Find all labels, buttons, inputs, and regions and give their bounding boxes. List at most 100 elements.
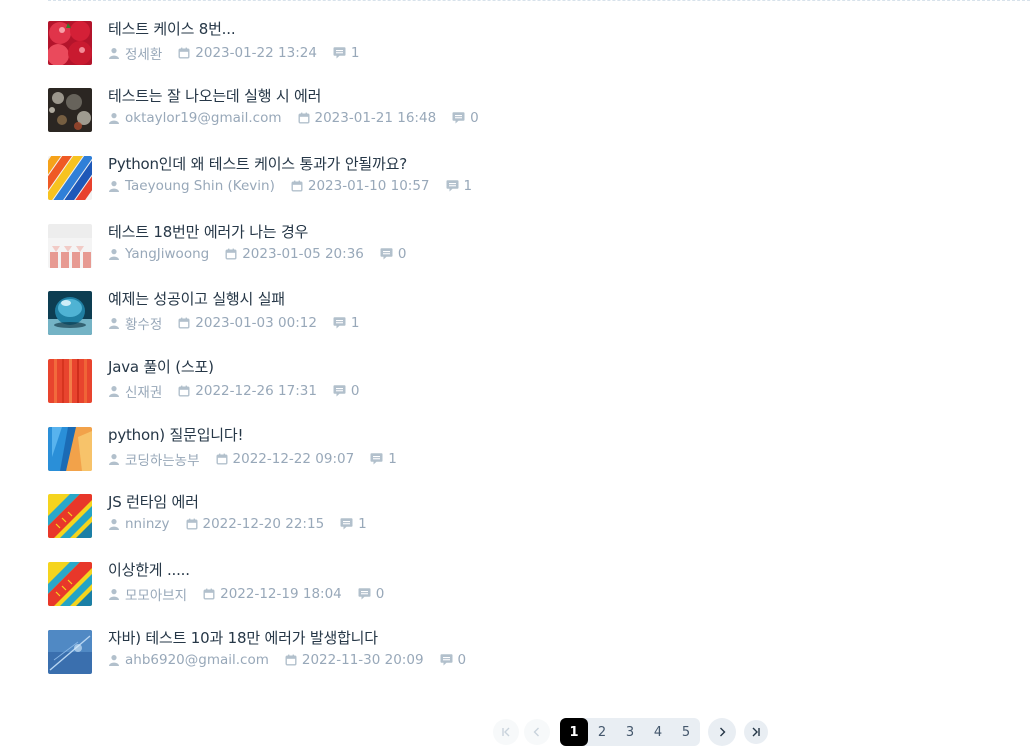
comment-count: 1: [350, 45, 360, 61]
calendar-icon: [186, 518, 198, 530]
comment-icon: [446, 180, 459, 192]
last-page-button[interactable]: [744, 720, 768, 744]
post-thumbnail: [48, 494, 92, 538]
comment-count: 1: [463, 178, 473, 194]
page-button-4[interactable]: 4: [644, 718, 672, 746]
list-item[interactable]: 예제는 성공이고 실행시 실패 황수정 2023-01-03 00:12 1: [48, 288, 948, 335]
date-text: 2022-12-26 17:31: [195, 383, 317, 399]
post-author: oktaylor19@gmail.com: [108, 110, 282, 126]
post-author: Taeyoung Shin (Kevin): [108, 178, 275, 194]
next-page-icon: [720, 727, 726, 737]
next-page-button[interactable]: [708, 718, 736, 746]
post-title[interactable]: Java 풀이 (스포): [108, 356, 376, 378]
page-button-5[interactable]: 5: [672, 718, 700, 746]
date-text: 2023-01-10 10:57: [307, 178, 430, 194]
post-comments: 1: [333, 315, 360, 331]
post-comments: 1: [446, 178, 473, 194]
user-icon: [109, 113, 119, 124]
post-date: 2022-11-30 20:09: [285, 652, 424, 668]
post-author: YangJiwoong: [108, 246, 209, 262]
post-title[interactable]: 테스트 18번만 에러가 나는 경우: [108, 221, 422, 243]
comment-count: 1: [388, 451, 397, 467]
post-author: 정세환: [108, 43, 162, 63]
pagination: 1 2 3 4 5: [493, 718, 768, 746]
comment-icon: [358, 588, 371, 600]
calendar-icon: [216, 453, 228, 465]
post-date: 2022-12-19 18:04: [203, 586, 342, 602]
page-button-2[interactable]: 2: [588, 718, 616, 746]
list-item[interactable]: JS 런타임 에러 nninzy 2022-12-20 22:15 1: [48, 491, 948, 538]
list-item[interactable]: Python인데 왜 테스트 케이스 통과가 안될까요? Taeyoung Sh…: [48, 153, 948, 200]
post-title[interactable]: 자바) 테스트 10과 18만 에러가 발생합니다: [108, 627, 482, 649]
comment-icon: [440, 654, 453, 666]
calendar-icon: [178, 47, 190, 59]
post-author: 황수정: [108, 313, 162, 333]
user-icon: [109, 318, 119, 329]
user-icon: [109, 655, 119, 666]
comment-icon: [380, 248, 393, 260]
comment-count: 0: [375, 586, 385, 602]
date-text: 2023-01-05 20:36: [242, 246, 364, 262]
author-name: nninzy: [125, 516, 170, 532]
list-item[interactable]: 자바) 테스트 10과 18만 에러가 발생합니다 ahb6920@gmail.…: [48, 627, 948, 674]
page-number-group: 1 2 3 4 5: [560, 718, 700, 746]
comment-icon: [333, 317, 346, 329]
page-button-1[interactable]: 1: [560, 718, 588, 746]
post-date: 2022-12-26 17:31: [178, 383, 317, 399]
user-icon: [109, 454, 119, 465]
author-name: 모모아브지: [125, 588, 188, 604]
list-item[interactable]: 테스트는 잘 나오는데 실행 시 에러 oktaylor19@gmail.com…: [48, 85, 948, 132]
comment-icon: [333, 47, 346, 59]
list-item[interactable]: python) 질문입니다! 코딩하는농부 2022-12-22 09:07 1: [48, 424, 948, 471]
post-thumbnail: [48, 291, 92, 335]
post-title[interactable]: 테스트는 잘 나오는데 실행 시 에러: [108, 85, 495, 107]
post-author: ahb6920@gmail.com: [108, 652, 269, 668]
comment-count: 1: [358, 516, 367, 532]
post-title[interactable]: python) 질문입니다!: [108, 424, 413, 446]
list-item[interactable]: 이상한게 ..... 모모아브지 2022-12-19 18:04 0: [48, 559, 948, 606]
page-button-3[interactable]: 3: [616, 718, 644, 746]
calendar-icon: [298, 112, 310, 124]
post-author: 코딩하는농부: [108, 449, 200, 469]
first-page-icon: [502, 727, 510, 737]
post-title[interactable]: 예제는 성공이고 실행시 실패: [108, 288, 376, 310]
comment-count: 0: [457, 652, 467, 668]
post-title[interactable]: 테스트 케이스 8번...: [108, 18, 376, 40]
user-icon: [109, 249, 119, 260]
post-date: 2023-01-10 10:57: [291, 178, 430, 194]
post-comments: 0: [358, 586, 385, 602]
comment-icon: [452, 112, 465, 124]
post-thumbnail: [48, 427, 92, 471]
comment-icon: [340, 518, 353, 530]
user-icon: [109, 181, 119, 192]
post-thumbnail: [48, 359, 92, 403]
list-item[interactable]: 테스트 18번만 에러가 나는 경우 YangJiwoong 2023-01-0…: [48, 221, 948, 268]
post-title[interactable]: 이상한게 .....: [108, 559, 400, 581]
date-text: 2023-01-03 00:12: [195, 315, 317, 331]
previous-page-button[interactable]: [524, 719, 550, 745]
calendar-icon: [291, 180, 303, 192]
list-item[interactable]: Java 풀이 (스포) 신재권 2022-12-26 17:31 0: [48, 356, 948, 403]
previous-page-icon: [533, 727, 539, 737]
user-icon: [109, 519, 119, 530]
comment-count: 0: [470, 110, 479, 126]
date-text: 2023-01-22 13:24: [195, 45, 317, 61]
first-page-button[interactable]: [493, 719, 519, 745]
post-date: 2022-12-20 22:15: [186, 516, 324, 532]
post-comments: 0: [380, 246, 406, 262]
post-thumbnail: [48, 21, 92, 65]
date-text: 2023-01-21 16:48: [314, 110, 437, 126]
list-item[interactable]: 테스트 케이스 8번... 정세환 2023-01-22 13:24 1: [48, 18, 948, 65]
post-comments: 1: [340, 516, 367, 532]
post-title[interactable]: Python인데 왜 테스트 케이스 통과가 안될까요?: [108, 153, 488, 175]
post-title[interactable]: JS 런타임 에러: [108, 491, 383, 513]
post-thumbnail: [48, 156, 92, 200]
calendar-icon: [285, 654, 297, 666]
top-divider: [48, 0, 1030, 1]
date-text: 2022-11-30 20:09: [301, 652, 424, 668]
post-thumbnail: [48, 630, 92, 674]
user-icon: [109, 48, 119, 59]
comment-count: 0: [350, 383, 360, 399]
post-comments: 0: [440, 652, 467, 668]
post-comments: 0: [333, 383, 360, 399]
